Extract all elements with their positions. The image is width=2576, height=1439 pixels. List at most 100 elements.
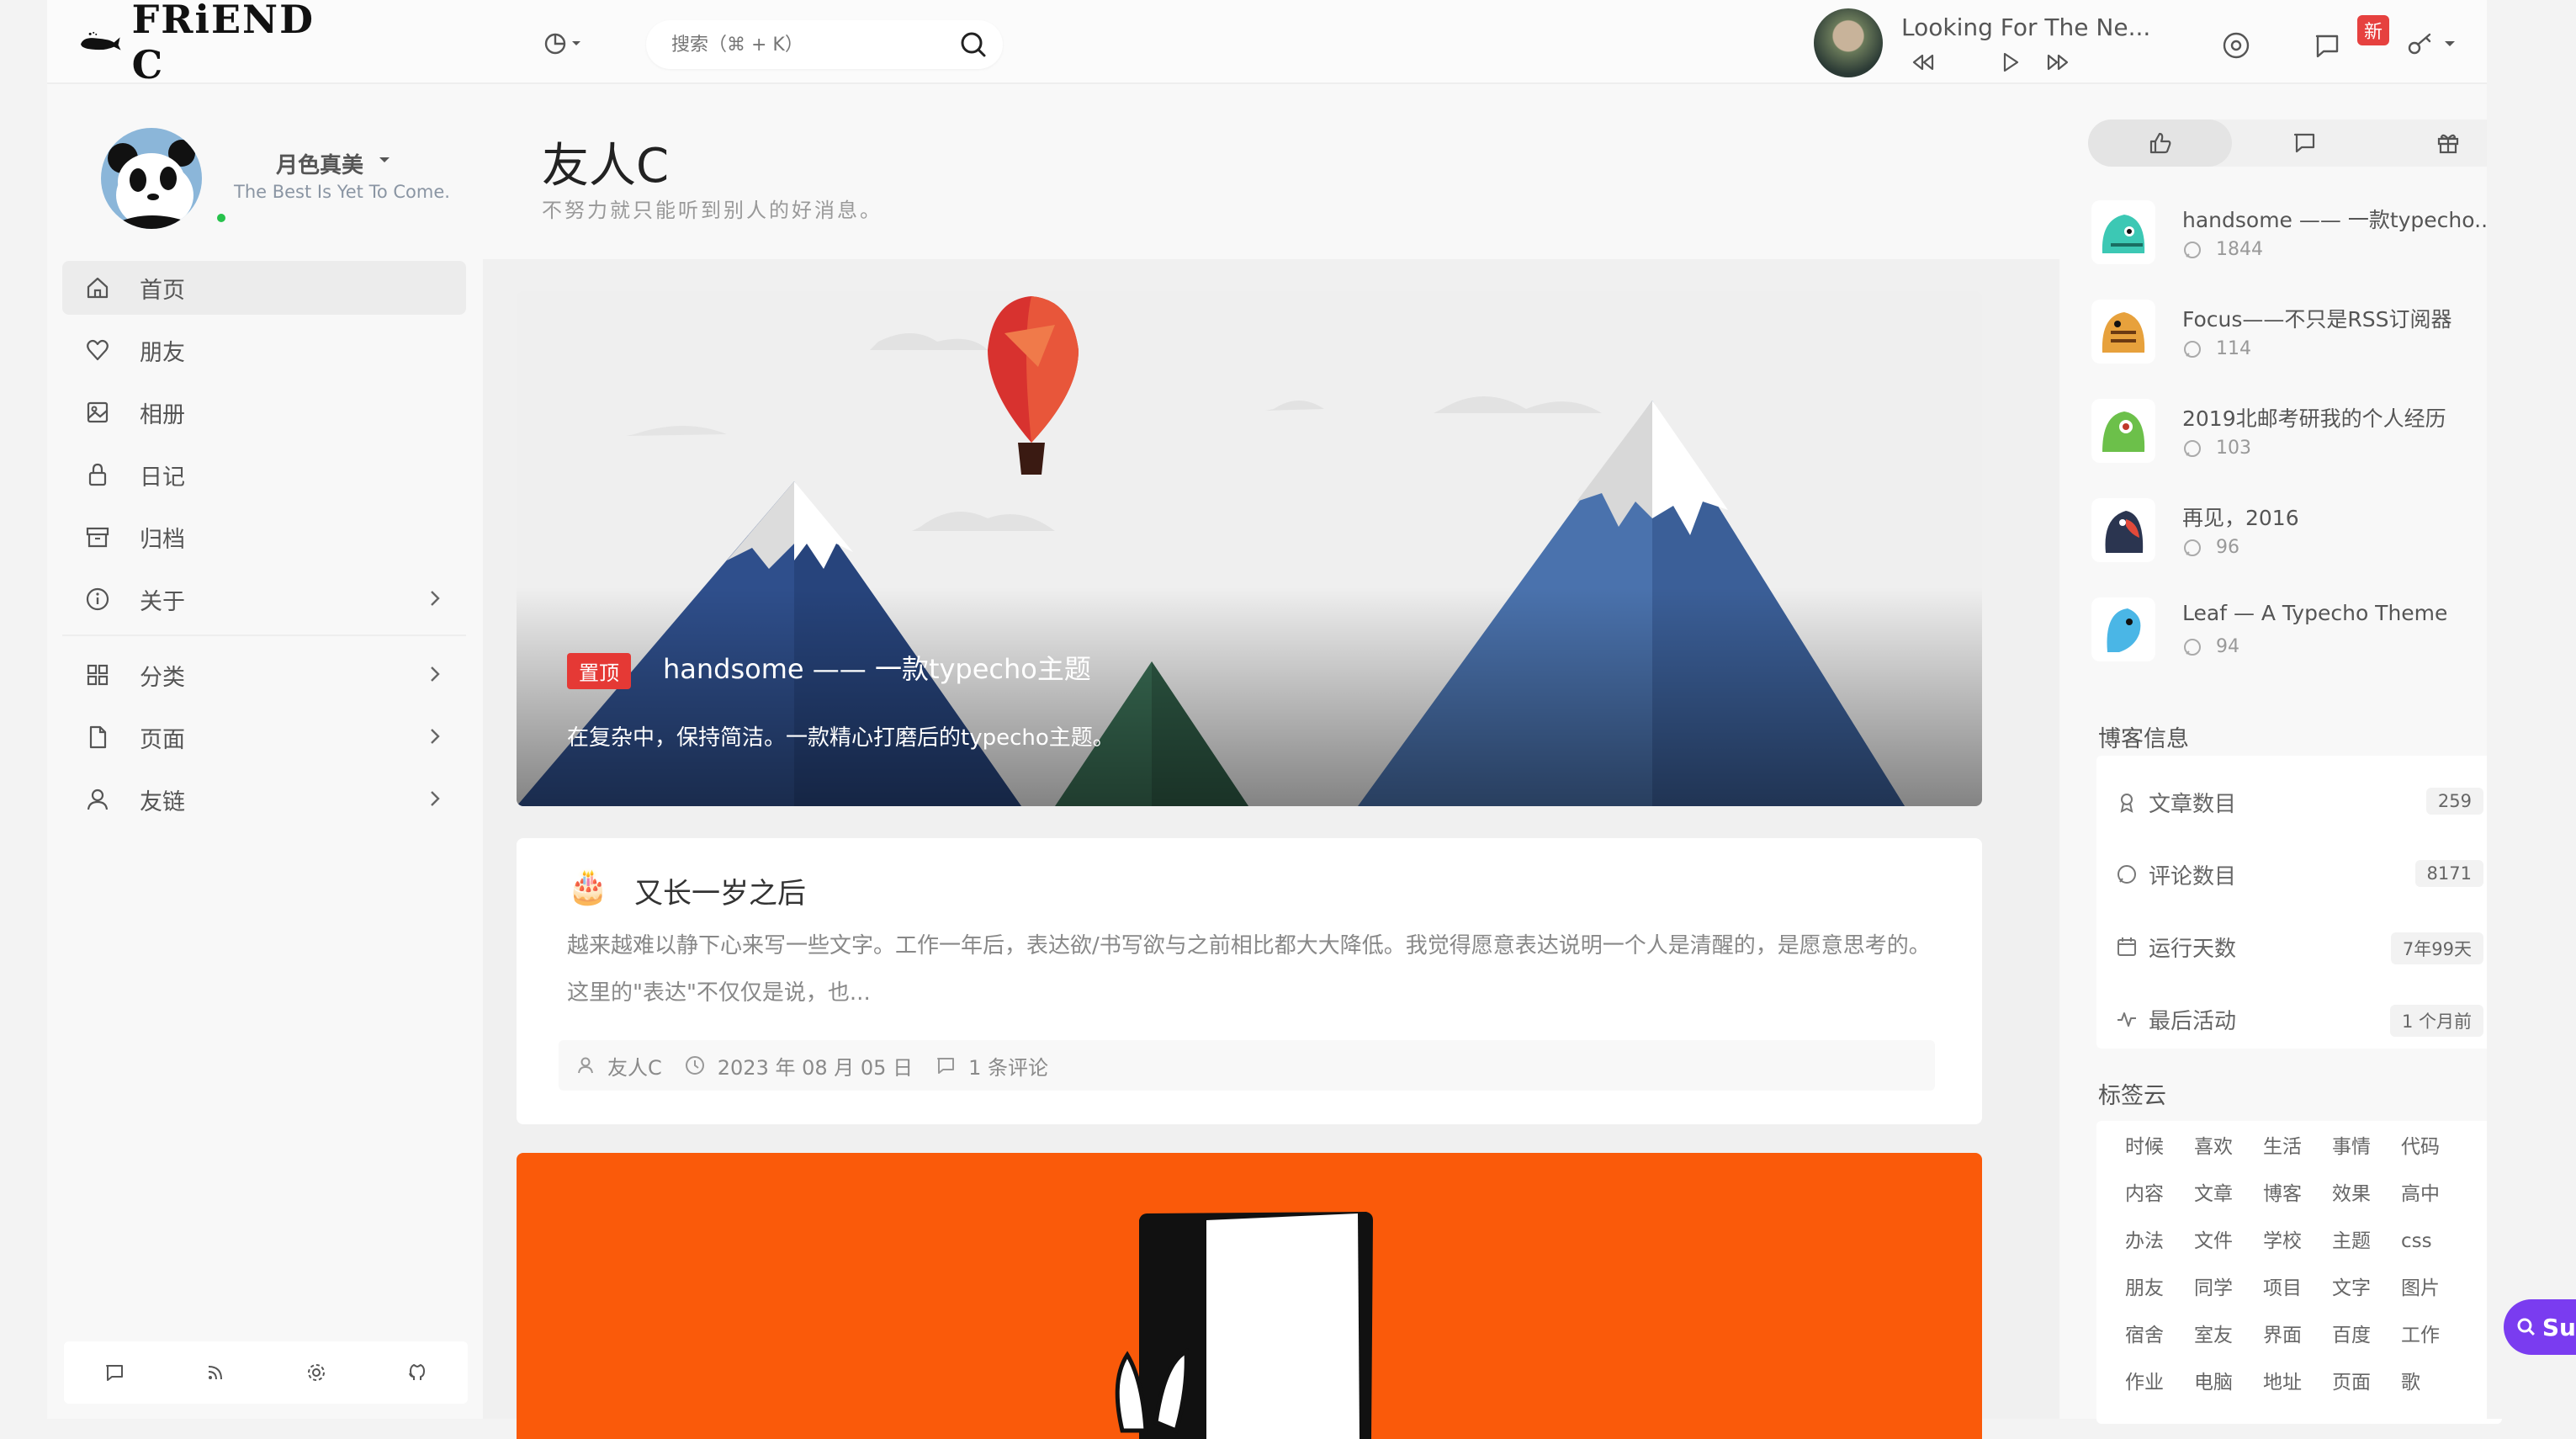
- comment-icon: [2118, 865, 2136, 884]
- featured-post-title[interactable]: handsome —— 一款typecho主题: [663, 648, 1091, 687]
- comment-icon: [937, 1058, 955, 1074]
- hot-post-comment-count: 94: [2182, 636, 2239, 657]
- nav-item-diary[interactable]: 日记: [62, 448, 466, 502]
- search-button[interactable]: [957, 29, 989, 61]
- post-card[interactable]: 🎂 又长一岁之后 越来越难以静下心来写一些文字。工作一年后，表达欲/书写欲与之前…: [517, 838, 1982, 1124]
- tag-item[interactable]: 地址: [2263, 1370, 2332, 1395]
- nav-item-album[interactable]: 相册: [62, 385, 466, 439]
- tab-comments[interactable]: [2232, 119, 2376, 167]
- user-name[interactable]: 月色真美: [276, 148, 363, 179]
- notifications-button[interactable]: [2303, 22, 2351, 69]
- tag-item[interactable]: 时候: [2125, 1134, 2194, 1160]
- nav-item-categories[interactable]: 分类: [62, 648, 466, 702]
- tag-item[interactable]: 作业: [2125, 1370, 2194, 1395]
- tag-cloud: 时候 喜欢 生活 事情 代码 内容 文章 博客 效果 高中 办法 文件 学校 主…: [2096, 1121, 2502, 1424]
- tag-item[interactable]: 代码: [2401, 1134, 2470, 1160]
- hot-posts-list: handsome —— 一款typecho... 1844 Focus——不只是…: [2088, 192, 2494, 688]
- tag-item[interactable]: css: [2401, 1229, 2470, 1254]
- tag-item[interactable]: 内容: [2125, 1181, 2194, 1207]
- theme-toggle[interactable]: [540, 20, 587, 67]
- home-icon: [87, 277, 109, 299]
- tag-item[interactable]: 效果: [2332, 1181, 2401, 1207]
- tag-item[interactable]: 室友: [2194, 1323, 2263, 1348]
- tag-item[interactable]: 事情: [2332, 1134, 2401, 1160]
- hot-post-item[interactable]: 2019北邮考研我的个人经历 103: [2088, 390, 2475, 490]
- tag-item[interactable]: 界面: [2263, 1323, 2332, 1348]
- stat-value: 7年99天: [2390, 932, 2483, 964]
- tag-item[interactable]: 学校: [2263, 1229, 2332, 1254]
- message-icon: [106, 1365, 123, 1381]
- stat-posts: 文章数目 259: [2096, 766, 2502, 838]
- gear-icon: [308, 1364, 325, 1381]
- chevron-right-icon: [431, 666, 440, 682]
- post-title[interactable]: 又长一岁之后: [634, 870, 806, 911]
- floating-search-button[interactable]: Su: [2504, 1299, 2576, 1355]
- tag-item[interactable]: 电脑: [2194, 1370, 2263, 1395]
- nav-item-pages[interactable]: 页面: [62, 710, 466, 764]
- hot-post-item[interactable]: handsome —— 一款typecho... 1844: [2088, 192, 2494, 291]
- post-card-cover[interactable]: [517, 1153, 1982, 1439]
- tag-item[interactable]: 喜欢: [2194, 1134, 2263, 1160]
- featured-post-banner[interactable]: 置顶 handsome —— 一款typecho主题 在复杂中，保持简洁。一款精…: [517, 291, 1982, 806]
- nav-item-about[interactable]: 关于: [62, 572, 466, 626]
- music-toggle[interactable]: [2213, 22, 2260, 69]
- tag-item[interactable]: 文章: [2194, 1181, 2263, 1207]
- search-icon: [2517, 1318, 2535, 1336]
- hot-post-item[interactable]: Focus——不只是RSS订阅器 114: [2088, 291, 2475, 390]
- tag-item[interactable]: 文字: [2332, 1276, 2401, 1301]
- stat-days: 运行天数 7年99天: [2096, 911, 2502, 983]
- tag-item[interactable]: 生活: [2263, 1134, 2332, 1160]
- tag-item[interactable]: 文件: [2194, 1229, 2263, 1254]
- comments-link[interactable]: [99, 1357, 130, 1388]
- chevron-right-icon: [431, 791, 440, 806]
- tag-item[interactable]: 百度: [2332, 1323, 2401, 1348]
- image-icon: [87, 401, 109, 423]
- clock-icon: [685, 1056, 704, 1075]
- album-cover[interactable]: [1814, 8, 1883, 77]
- chevron-right-icon: [431, 729, 440, 744]
- tag-item[interactable]: 页面: [2332, 1370, 2401, 1395]
- archive-icon: [86, 527, 109, 548]
- post-author-name: 友人C: [607, 1055, 662, 1080]
- stat-value: 259: [2425, 788, 2483, 815]
- tag-item[interactable]: 同学: [2194, 1276, 2263, 1301]
- tab-hot[interactable]: [2088, 119, 2233, 167]
- search-input[interactable]: [671, 34, 924, 56]
- hot-post-item[interactable]: 再见，2016 96: [2088, 490, 2475, 589]
- post-excerpt: 越来越难以静下心来写一些文字。工作一年后，表达欲/书写欲与之前相比都大大降低。我…: [567, 933, 1931, 1006]
- nav-item-archive[interactable]: 归档: [62, 510, 466, 564]
- post-author[interactable]: 友人C: [575, 1051, 662, 1081]
- comment-icon: [2184, 638, 2201, 656]
- tag-item[interactable]: 工作: [2401, 1323, 2470, 1348]
- prev-track-button[interactable]: [1908, 47, 1938, 77]
- github-link[interactable]: [402, 1357, 432, 1388]
- play-button[interactable]: [1996, 47, 2026, 77]
- activity-icon: [2118, 1012, 2136, 1027]
- post-comments[interactable]: 1 条评论: [935, 1051, 1048, 1081]
- settings-link[interactable]: [301, 1357, 331, 1388]
- page-header: 友人C 不努力就只能听到别人的好消息。: [483, 84, 2059, 259]
- avatar[interactable]: [101, 128, 202, 229]
- next-track-button[interactable]: [2043, 47, 2073, 77]
- nav-item-home[interactable]: 首页: [62, 261, 466, 315]
- search-box[interactable]: [646, 20, 1003, 69]
- chevron-down-icon[interactable]: [377, 155, 392, 165]
- tag-item[interactable]: 歌: [2401, 1370, 2470, 1395]
- site-logo[interactable]: FRiEND C: [79, 0, 315, 88]
- nav-item-friends[interactable]: 朋友: [62, 323, 466, 377]
- post-date-text: 2023 年 08 月 05 日: [717, 1055, 914, 1080]
- tag-item[interactable]: 宿舍: [2125, 1323, 2194, 1348]
- tag-item[interactable]: 朋友: [2125, 1276, 2194, 1301]
- tag-item[interactable]: 项目: [2263, 1276, 2332, 1301]
- tag-item[interactable]: 主题: [2332, 1229, 2401, 1254]
- rss-link[interactable]: [200, 1357, 231, 1388]
- hot-post-item[interactable]: Leaf — A Typecho Theme 94: [2088, 589, 2475, 688]
- nav-item-links[interactable]: 友链: [62, 773, 466, 826]
- settings-dropdown[interactable]: [2401, 20, 2468, 67]
- post-thumbnail: [2091, 498, 2155, 562]
- tag-item[interactable]: 办法: [2125, 1229, 2194, 1254]
- tag-item[interactable]: 图片: [2401, 1276, 2470, 1301]
- tag-item[interactable]: 高中: [2401, 1181, 2470, 1207]
- comment-icon: [2184, 539, 2201, 556]
- tag-item[interactable]: 博客: [2263, 1181, 2332, 1207]
